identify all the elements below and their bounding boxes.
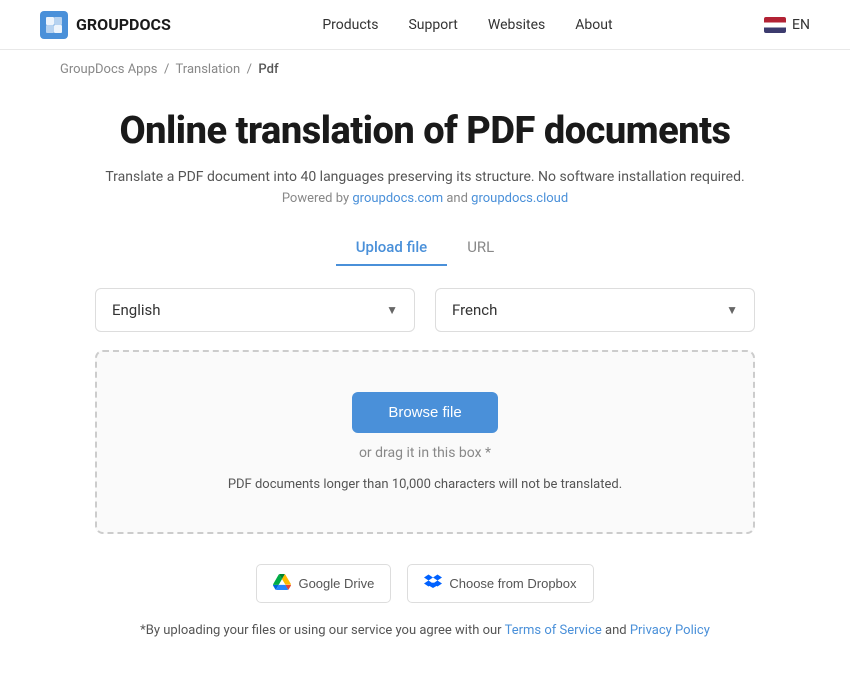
breadcrumb-translation[interactable]: Translation [176,62,241,77]
dropbox-label: Choose from Dropbox [449,576,576,591]
google-drive-label: Google Drive [298,576,374,591]
flag-icon [764,17,786,33]
main-nav: Products Support Websites About [322,17,612,33]
tab-upload-file[interactable]: Upload file [336,230,447,266]
target-language-arrow: ▼ [726,303,738,317]
groupdocs-com-link[interactable]: groupdocs.com [352,191,443,206]
footer-notice-start: *By uploading your files or using our se… [140,623,504,638]
footer-notice: *By uploading your files or using our se… [140,623,710,638]
breadcrumb-apps[interactable]: GroupDocs Apps [60,62,158,77]
browse-file-button[interactable]: Browse file [352,392,497,433]
footer-notice-and: and [602,623,630,638]
drag-hint: or drag it in this box * [359,445,491,461]
dropbox-button[interactable]: Choose from Dropbox [407,564,593,603]
upload-dropzone: Browse file or drag it in this box * PDF… [95,350,755,534]
subtitle: Translate a PDF document into 40 languag… [105,169,744,185]
breadcrumb: GroupDocs Apps / Translation / Pdf [0,50,850,89]
logo-icon [40,11,68,39]
nav-websites[interactable]: Websites [488,17,545,33]
target-language-dropdown[interactable]: French ▼ [435,288,755,332]
source-language-value: English [112,301,161,319]
page-title: Online translation of PDF documents [119,109,730,153]
privacy-policy-link[interactable]: Privacy Policy [630,623,710,638]
cloud-buttons: Google Drive Choose from Dropbox [256,564,593,603]
source-language-arrow: ▼ [386,303,398,317]
powered-by-and: and [443,191,471,206]
terms-of-service-link[interactable]: Terms of Service [505,623,602,638]
powered-by: Powered by groupdocs.com and groupdocs.c… [282,191,568,206]
header: GROUPDOCS Products Support Websites Abou… [0,0,850,50]
dropbox-icon [424,573,442,594]
logo-link[interactable]: GROUPDOCS [40,11,171,39]
limit-notice: PDF documents longer than 10,000 charact… [228,477,622,492]
source-language-dropdown[interactable]: English ▼ [95,288,415,332]
powered-by-prefix: Powered by [282,191,353,206]
nav-about[interactable]: About [575,17,612,33]
breadcrumb-current: Pdf [258,62,278,77]
language-selector[interactable]: EN [764,17,810,33]
tab-url[interactable]: URL [447,230,514,266]
google-drive-button[interactable]: Google Drive [256,564,391,603]
logo-text: GROUPDOCS [76,15,171,34]
lang-code: EN [792,17,810,33]
nav-products[interactable]: Products [322,17,378,33]
main-content: Online translation of PDF documents Tran… [0,89,850,678]
google-drive-icon [273,573,291,594]
nav-support[interactable]: Support [408,17,457,33]
language-row: English ▼ French ▼ [95,288,755,332]
target-language-value: French [452,301,497,319]
tab-bar: Upload file URL [336,230,515,266]
groupdocs-cloud-link[interactable]: groupdocs.cloud [471,191,568,206]
